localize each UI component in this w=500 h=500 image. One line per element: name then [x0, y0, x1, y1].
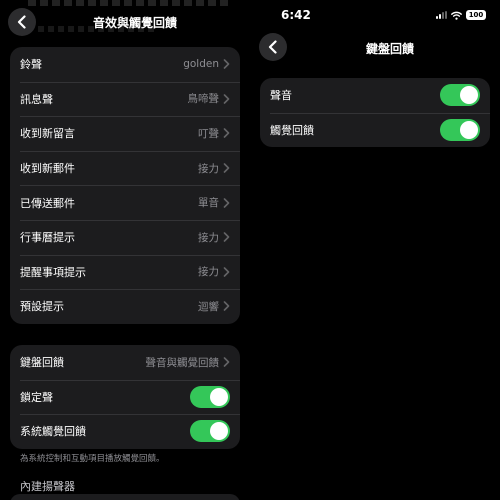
settings-row-lock-sound: 鎖定聲 [10, 379, 240, 415]
row-label: 鍵盤回饋 [20, 356, 64, 370]
row-value: 接力 [198, 231, 219, 244]
row-label: 訊息聲 [20, 92, 53, 106]
row-label: 收到新留言 [20, 127, 75, 141]
page-title: 音效與觸覺回饋 [92, 16, 177, 30]
row-value: 單音 [198, 197, 219, 210]
chevron-right-icon [223, 232, 230, 243]
row-label: 已傳送郵件 [20, 196, 75, 210]
chevron-right-icon [223, 267, 230, 277]
chevron-right-icon [223, 94, 230, 104]
settings-row-keyboard-feedback[interactable]: 鍵盤回饋 聲音與觸覺回饋 [10, 345, 240, 380]
settings-row-sent-mail[interactable]: 已傳送郵件 單音 [10, 185, 240, 220]
settings-row-new-voicemail[interactable]: 收到新留言 叮聲 [10, 116, 240, 151]
settings-row-system-haptics: 系統觸覺回饋 [10, 414, 240, 449]
row-label: 行事曆提示 [20, 231, 75, 245]
chevron-right-icon [223, 301, 230, 312]
page-title: 鍵盤回饋 [365, 42, 414, 56]
chevron-right-icon [223, 59, 230, 70]
row-label: 鈴聲 [20, 58, 42, 72]
row-value: 接力 [198, 162, 219, 175]
section-header: 內建揚聲器 [20, 480, 75, 493]
battery-icon: 100 [466, 10, 486, 20]
back-chevron-icon [268, 40, 277, 54]
row-label: 預設提示 [20, 300, 64, 314]
settings-row-calendar-alerts[interactable]: 行事曆提示 接力 [10, 219, 240, 255]
settings-row-text-tone[interactable]: 訊息聲 鳥啼聲 [10, 81, 240, 117]
row-label: 收到新郵件 [20, 162, 75, 176]
cellular-signal-icon [436, 11, 447, 19]
row-value: 聲音與觸覺回饋 [145, 356, 220, 369]
settings-row-ringtone[interactable]: 鈴聲 golden [10, 47, 240, 82]
settings-row-default-alerts[interactable]: 預設提示 迴響 [10, 289, 240, 324]
settings-row-haptic: 觸覺回饋 [260, 112, 490, 148]
row-value: golden [183, 58, 219, 71]
settings-row-reminder-alerts[interactable]: 提醒事項提示 接力 [10, 254, 240, 290]
row-label: 聲音 [270, 89, 292, 103]
sounds-haptics-screen: 音效與觸覺回饋 鈴聲 golden 訊息聲 鳥啼聲 收到新留言 叮聲 收到新郵件… [0, 0, 250, 500]
keyboard-feedback-screen: 6:42 100 鍵盤回饋 聲音 觸覺回饋 [250, 0, 500, 500]
faded-background-text [28, 0, 228, 6]
row-label: 系統觸覺回饋 [20, 425, 86, 439]
chevron-right-icon [223, 197, 230, 208]
keyboard-feedback-list: 聲音 觸覺回饋 [260, 78, 490, 148]
row-label: 觸覺回饋 [270, 123, 314, 137]
lock-sound-toggle[interactable] [190, 385, 230, 408]
haptic-toggle[interactable] [440, 118, 480, 141]
system-haptics-toggle[interactable] [190, 420, 230, 443]
settings-row-new-mail[interactable]: 收到新郵件 接力 [10, 150, 240, 186]
wifi-icon [451, 11, 462, 20]
sounds-list: 鈴聲 golden 訊息聲 鳥啼聲 收到新留言 叮聲 收到新郵件 接力 已傳送郵… [10, 47, 240, 324]
chevron-right-icon [223, 357, 230, 368]
back-button[interactable] [259, 33, 287, 61]
row-label: 鎖定聲 [20, 390, 53, 404]
status-time: 6:42 [281, 8, 311, 22]
sound-toggle[interactable] [440, 84, 480, 107]
back-chevron-icon [17, 15, 26, 29]
row-value: 接力 [198, 266, 219, 279]
feedback-list: 鍵盤回饋 聲音與觸覺回饋 鎖定聲 系統觸覺回饋 [10, 345, 240, 449]
row-value: 迴響 [198, 300, 219, 313]
footnote: 為系統控制和互動項目播放觸覺回饋。 [20, 454, 165, 464]
status-icons: 100 [436, 10, 486, 20]
row-value: 叮聲 [198, 127, 219, 140]
row-value: 鳥啼聲 [187, 93, 220, 106]
speaker-group-top [10, 494, 240, 500]
back-button[interactable] [8, 8, 36, 36]
chevron-right-icon [223, 163, 230, 173]
row-label: 提醒事項提示 [20, 265, 86, 279]
chevron-right-icon [223, 128, 230, 139]
settings-row-sound: 聲音 [260, 78, 490, 113]
